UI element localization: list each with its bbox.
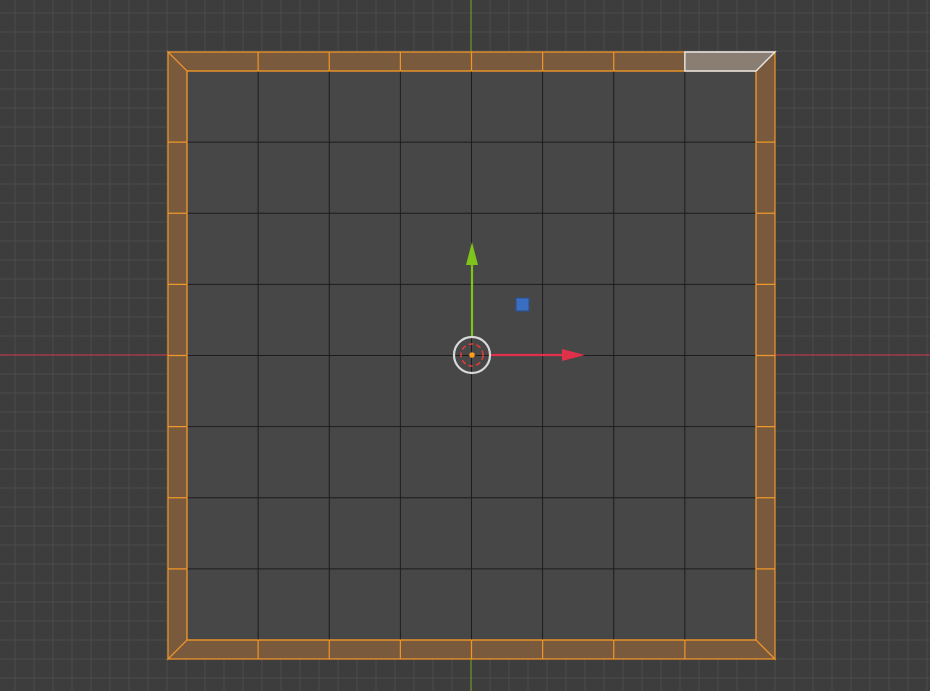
viewport-canvas[interactable] bbox=[0, 0, 930, 691]
pivot-center-dot bbox=[469, 352, 475, 358]
xy-plane-handle-icon[interactable] bbox=[515, 297, 530, 312]
3d-viewport[interactable] bbox=[0, 0, 930, 691]
